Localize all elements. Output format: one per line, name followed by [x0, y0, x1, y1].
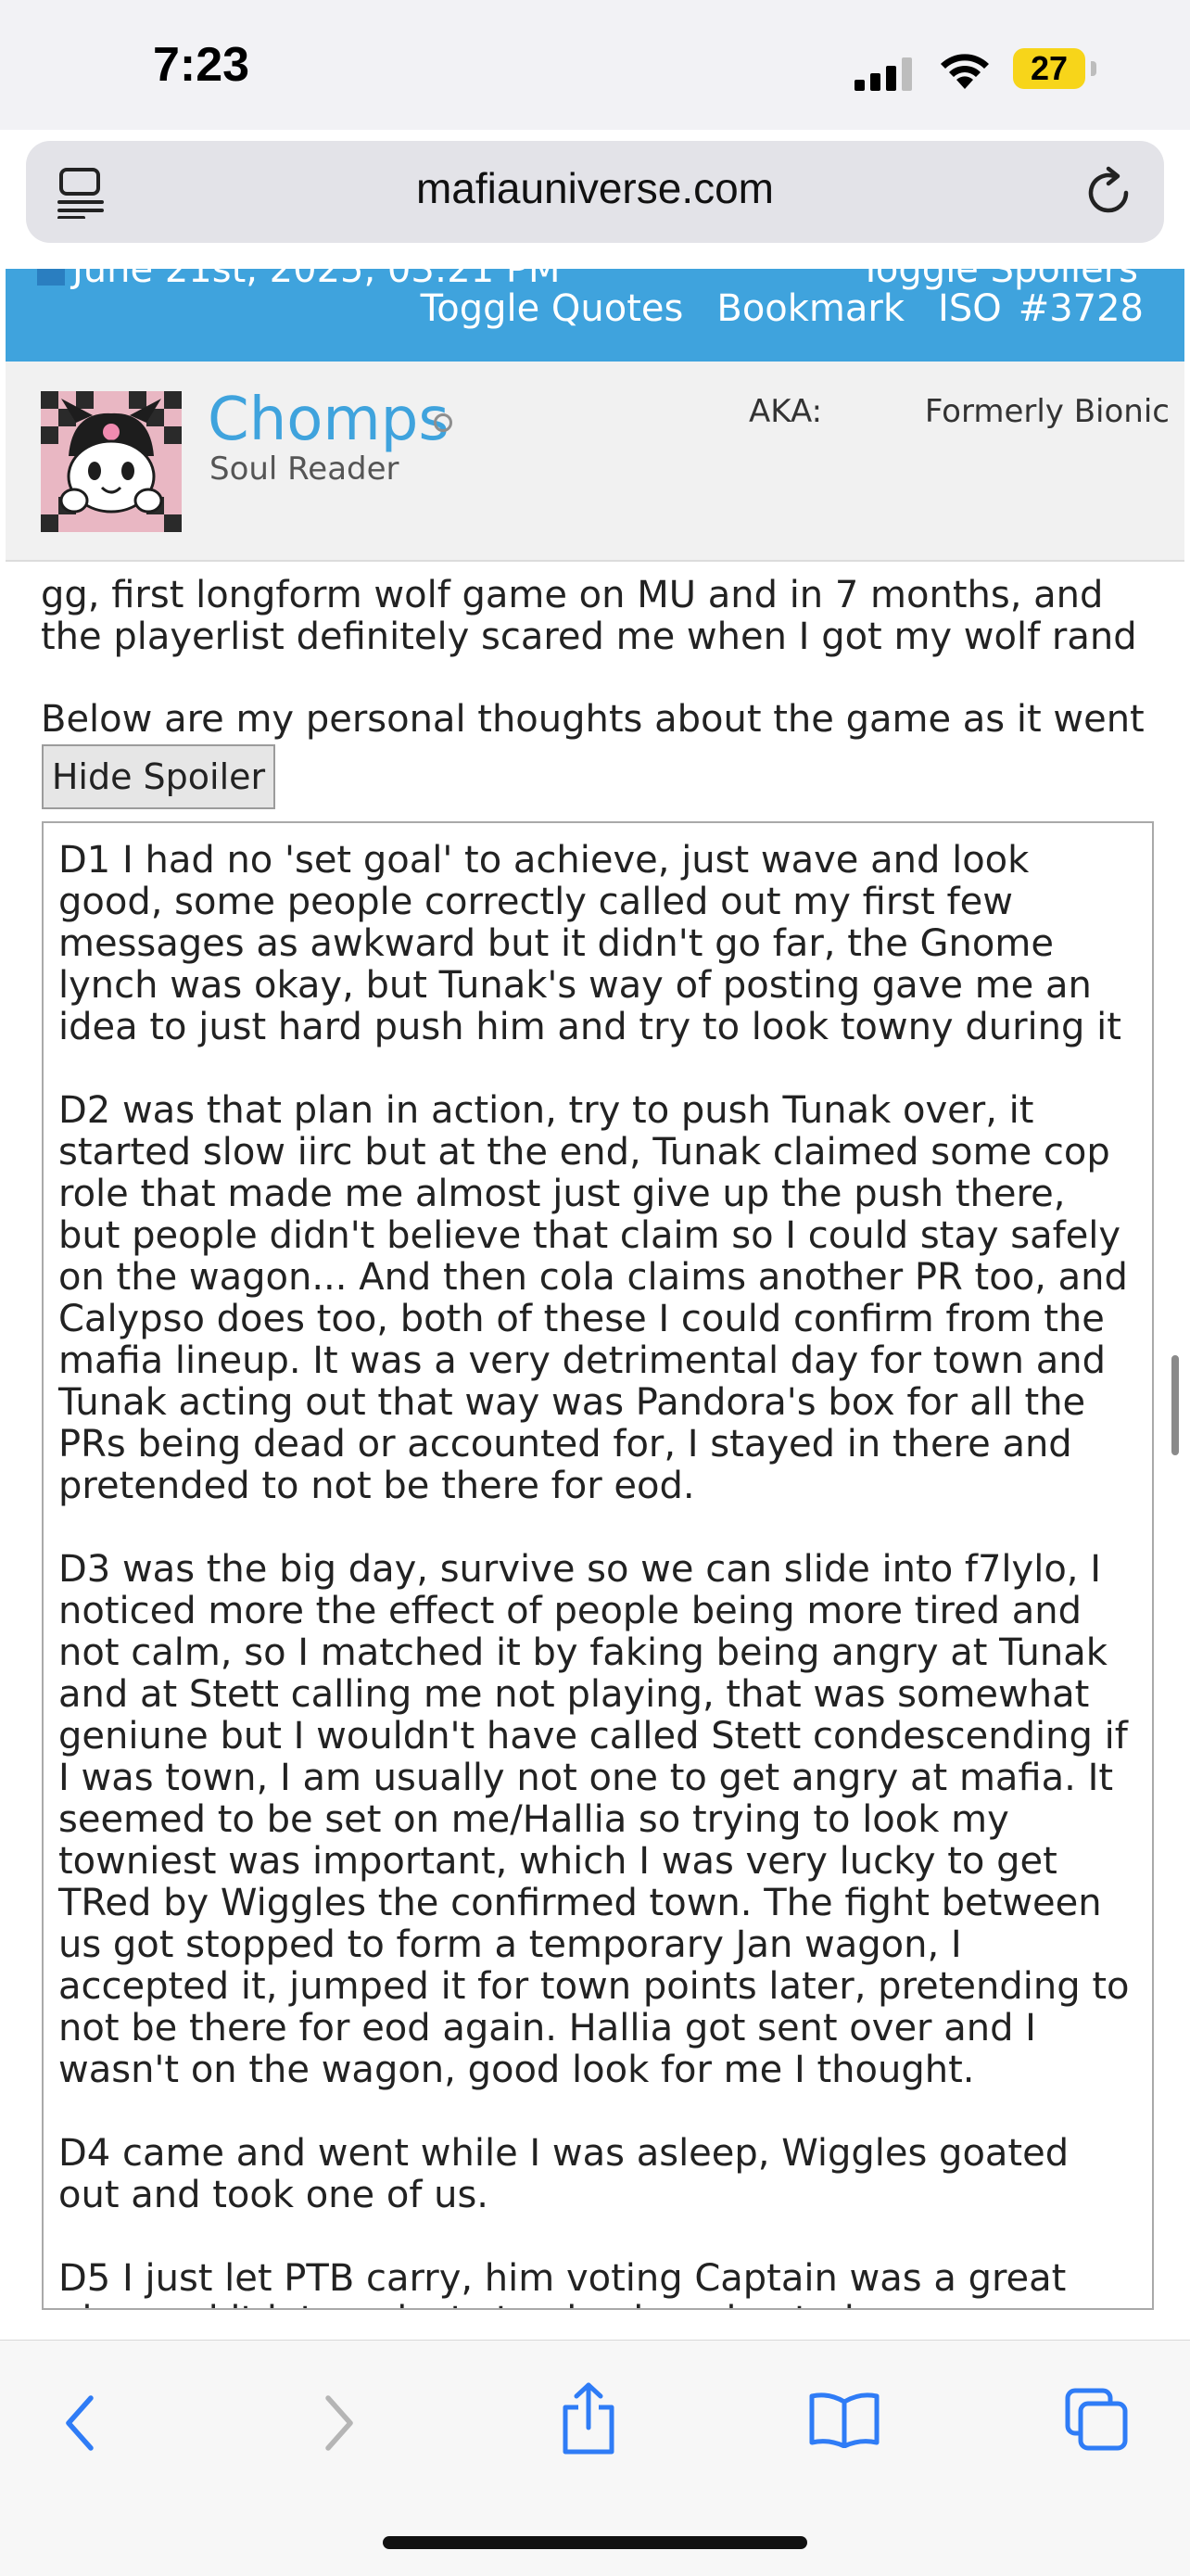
tabs-icon[interactable] — [1064, 2387, 1129, 2452]
post-intro: gg, first longform wolf game on MU and i… — [41, 574, 1137, 658]
spoiler-content: D1 I had no 'set goal' to achieve, just … — [42, 821, 1154, 2310]
offline-status-icon — [434, 413, 452, 432]
post-body: gg, first longform wolf game on MU and i… — [41, 575, 1153, 741]
share-icon[interactable] — [560, 2381, 617, 2455]
url-text[interactable]: mafiauniverse.com — [26, 163, 1164, 213]
avatar[interactable] — [41, 391, 182, 532]
scrollbar-thumb[interactable] — [1171, 1355, 1179, 1455]
post-number-link[interactable]: #3728 — [1019, 287, 1144, 330]
spoiler-paragraph-d3: D3 was the big day, survive so we can sl… — [58, 1548, 1130, 2091]
post-header-links: Toggle Quotes Bookmark ISO #3728 — [387, 287, 1144, 330]
home-indicator — [383, 2536, 807, 2549]
reload-icon[interactable] — [1082, 165, 1136, 219]
toggle-quotes-link[interactable]: Toggle Quotes — [421, 287, 684, 330]
iso-link[interactable]: ISO — [938, 287, 1002, 330]
spoiler-paragraph-d1: D1 I had no 'set goal' to achieve, just … — [58, 839, 1121, 1048]
user-info: Chomps Soul Reader AKA: Formerly Bionic — [6, 362, 1184, 562]
battery-icon: 27 — [1013, 48, 1085, 89]
spoiler-paragraph-d2: D2 was that plan in action, try to push … — [58, 1089, 1128, 1507]
back-icon[interactable] — [59, 2391, 100, 2455]
user-title: Soul Reader — [209, 450, 399, 488]
spoiler-paragraph-d5: D5 I just let PTB carry, him voting Capt… — [58, 2257, 1087, 2309]
hide-spoiler-button[interactable]: Hide Spoiler — [42, 744, 275, 809]
bookmark-link[interactable]: Bookmark — [716, 287, 905, 330]
battery-nub — [1091, 61, 1096, 76]
post-thoughts: Below are my personal thoughts about the… — [41, 698, 1145, 741]
address-bar[interactable]: mafiauniverse.com — [26, 141, 1164, 243]
aka-value: Formerly Bionic — [924, 393, 1170, 430]
username[interactable]: Chomps — [208, 386, 449, 454]
wifi-icon — [941, 54, 989, 89]
status-bar: 7:23 27 — [0, 0, 1190, 130]
post-header: June 21st, 2025, 03:21 PM Toggle Spoiler… — [6, 269, 1184, 362]
bookmarks-icon[interactable] — [808, 2391, 880, 2448]
forward-icon[interactable] — [319, 2391, 360, 2455]
status-time: 7:23 — [153, 38, 250, 92]
signal-icon — [855, 57, 912, 91]
post-icon — [37, 269, 65, 286]
aka-label: AKA: — [749, 393, 823, 430]
spoiler-paragraph-d4: D4 came and went while I was asleep, Wig… — [58, 2132, 1070, 2216]
